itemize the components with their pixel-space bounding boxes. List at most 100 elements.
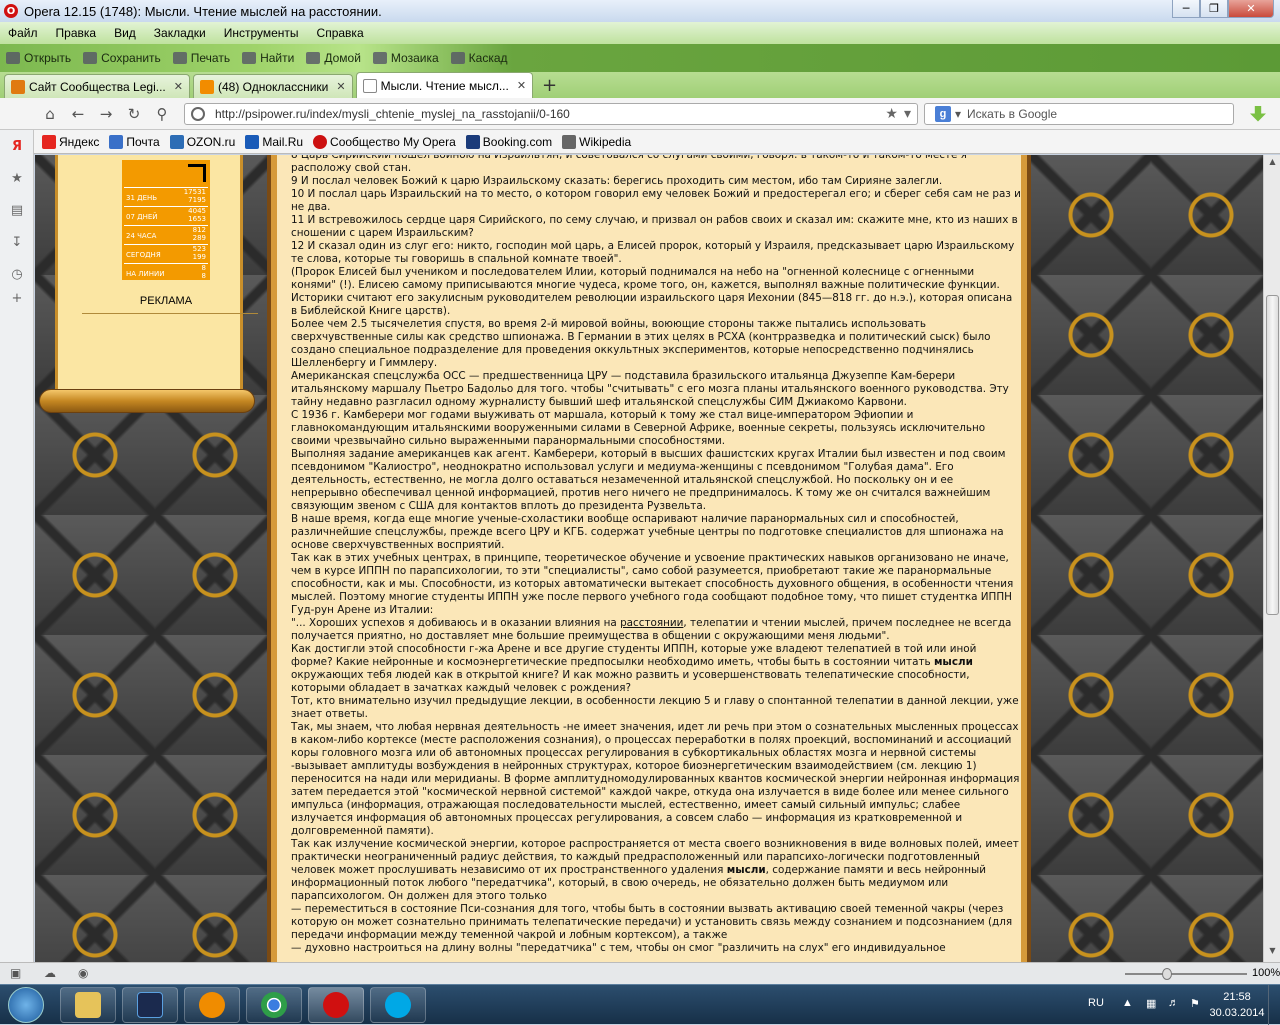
article-paragraph: Так, мы знаем, что любая нервная деятель… xyxy=(291,721,1020,837)
download-icon[interactable] xyxy=(1250,105,1266,122)
bookmark-mail[interactable]: Почта xyxy=(109,134,160,149)
add-panel-icon[interactable]: + xyxy=(10,292,24,306)
article-paragraph: 9 И послал человек Божий к царю Израильс… xyxy=(291,175,943,187)
magnifier-icon xyxy=(242,52,257,64)
back-button[interactable]: ← xyxy=(66,104,90,124)
vertical-scrollbar[interactable]: ▲ ▼ xyxy=(1263,155,1280,962)
home-nav-button[interactable]: ⌂ xyxy=(38,104,62,124)
visitor-counter[interactable]: 31 ДЕНЬ 17531 7195 07 ДНЕЙ 4045 1653 24 ЧАСА… xyxy=(122,160,210,280)
reload-button[interactable]: ↻ xyxy=(122,104,146,124)
tab-mysli[interactable]: Мысли. Чтение мысл... ✕ xyxy=(355,72,534,98)
show-desktop-button[interactable] xyxy=(1268,985,1280,1025)
start-button[interactable] xyxy=(8,987,44,1023)
clock-date[interactable]: 30.03.2014 xyxy=(1202,1007,1272,1019)
menu-tools[interactable]: Инструменты xyxy=(224,26,299,40)
new-tab-button[interactable]: + xyxy=(542,75,557,96)
sidebar-scroll: 31 ДЕНЬ 17531 7195 07 ДНЕЙ 4045 1653 24 ЧАСА… xyxy=(39,155,258,415)
mailru-icon xyxy=(245,134,260,149)
menu-help[interactable]: Справка xyxy=(317,26,364,40)
bookmark-ozon[interactable]: OZON.ru xyxy=(169,134,235,149)
language-indicator[interactable]: RU xyxy=(1088,997,1104,1009)
url-field[interactable]: http://psipower.ru/index/mysli_chtenie_m… xyxy=(184,102,918,125)
opera-icon xyxy=(313,134,328,149)
folder-icon xyxy=(75,992,101,1018)
star-icon[interactable]: ★ xyxy=(885,106,898,122)
save-button[interactable]: Сохранить xyxy=(83,51,161,65)
article-link[interactable]: расстоянии xyxy=(620,617,683,629)
folder-icon xyxy=(6,52,20,64)
tile-icon xyxy=(372,52,387,64)
yandex-panel-icon[interactable]: Я xyxy=(10,140,24,154)
taskbar-opera[interactable] xyxy=(308,987,364,1023)
tab-close-icon[interactable]: ✕ xyxy=(517,79,526,92)
speed-dial-icon[interactable]: ◉ xyxy=(78,966,88,980)
scrollbar-thumb[interactable] xyxy=(1266,295,1279,615)
taskbar-vlc[interactable] xyxy=(184,987,240,1023)
key-icon[interactable]: ⚲ xyxy=(150,104,174,124)
yandex-icon xyxy=(42,134,56,149)
forward-button[interactable]: → xyxy=(94,104,118,124)
home-button[interactable]: Домой xyxy=(306,51,361,65)
maximize-button[interactable]: ❐ xyxy=(1200,0,1228,18)
article-paragraph: — духовно настроиться на длину волны "пе… xyxy=(291,942,946,954)
tile-button[interactable]: Мозаика xyxy=(372,51,439,65)
opera-logo-icon: O xyxy=(4,4,18,18)
taskbar-explorer[interactable] xyxy=(60,987,116,1023)
disk-icon xyxy=(83,52,98,64)
menu-file[interactable]: Файл xyxy=(8,26,38,40)
opera-icon xyxy=(323,992,349,1018)
bold-keyword: мысли xyxy=(726,864,766,876)
menu-edit[interactable]: Правка xyxy=(56,26,97,40)
close-button[interactable]: ✕ xyxy=(1228,0,1274,18)
taskbar-chrome[interactable] xyxy=(246,987,302,1023)
volume-icon[interactable]: ♬ xyxy=(1168,997,1179,1009)
cloud-icon[interactable]: ☁ xyxy=(44,966,56,980)
tray-expand-icon[interactable]: ▲ xyxy=(1122,997,1133,1009)
zoom-slider[interactable] xyxy=(1125,973,1247,975)
chevron-down-icon[interactable]: ▾ xyxy=(904,106,911,122)
tab-legion[interactable]: Сайт Сообщества Legi... ✕ xyxy=(4,74,190,98)
article-paragraph: 11 И встревожилось сердце царя Сирийског… xyxy=(291,214,1018,239)
tab-odnoklassniki[interactable]: (48) Одноклассники ✕ xyxy=(192,74,353,98)
panel-toggle-icon[interactable]: ▣ xyxy=(10,966,21,980)
taskbar-photoshop[interactable] xyxy=(122,987,178,1023)
minimize-button[interactable]: ─ xyxy=(1172,0,1200,18)
notes-icon[interactable]: ▤ xyxy=(10,204,24,218)
scroll-up-icon[interactable]: ▲ xyxy=(1266,157,1279,171)
tab-close-icon[interactable]: ✕ xyxy=(336,80,345,93)
taskbar-skype[interactable] xyxy=(370,987,426,1023)
bookmarks-bar: Яндекс Почта OZON.ru Mail.Ru Сообщество … xyxy=(0,130,1280,154)
zoom-slider-knob[interactable] xyxy=(1162,968,1172,980)
menu-bookmarks[interactable]: Закладки xyxy=(154,26,206,40)
bookmark-booking[interactable]: Booking.com xyxy=(465,134,552,149)
cascade-button[interactable]: Каскад xyxy=(450,51,508,65)
article-paragraph: Как достигли этой способности г-жа Арене… xyxy=(291,643,977,694)
tab-close-icon[interactable]: ✕ xyxy=(174,80,183,93)
history-icon[interactable]: ◷ xyxy=(10,268,24,282)
bookmark-wikipedia[interactable]: Wikipedia xyxy=(562,134,631,149)
bookmarks-star-icon[interactable]: ★ xyxy=(10,172,24,186)
open-button[interactable]: Открыть xyxy=(6,51,71,65)
find-button[interactable]: Найти xyxy=(242,51,294,65)
chrome-icon xyxy=(261,992,287,1018)
print-button[interactable]: Печать xyxy=(172,51,230,65)
counter-row: 24 ЧАСА 812 289 xyxy=(124,225,208,242)
bookmark-myopera[interactable]: Сообщество My Opera xyxy=(313,134,456,149)
bookmark-yandex[interactable]: Яндекс xyxy=(42,134,99,149)
chevron-down-icon[interactable]: ▾ xyxy=(955,107,961,121)
network-icon[interactable]: ▦ xyxy=(1146,997,1156,1010)
status-bar: ▣ ☁ ◉ 100% xyxy=(0,962,1280,984)
scroll-down-icon[interactable]: ▼ xyxy=(1266,946,1279,960)
flag-icon[interactable]: ⚑ xyxy=(1190,997,1200,1010)
search-input[interactable]: g ▾ Искать в Google xyxy=(924,102,1234,125)
clock-time[interactable]: 21:58 xyxy=(1212,991,1262,1003)
bold-keyword: мысли xyxy=(933,656,973,668)
article-paragraph: (Пророк Елисей был учеником и последоват… xyxy=(291,266,1013,317)
downloads-icon[interactable]: ↧ xyxy=(10,236,24,250)
bookmark-mailru[interactable]: Mail.Ru xyxy=(245,134,303,149)
article-paragraph: Так как в этих учебных центрах, в принци… xyxy=(291,552,1014,616)
menu-view[interactable]: Вид xyxy=(114,26,136,40)
divider xyxy=(82,313,258,314)
taskbar: RU ▲ ▦ ♬ ⚑ 21:58 30.03.2014 xyxy=(0,984,1280,1025)
ad-label: РЕКЛАМА xyxy=(139,295,193,307)
